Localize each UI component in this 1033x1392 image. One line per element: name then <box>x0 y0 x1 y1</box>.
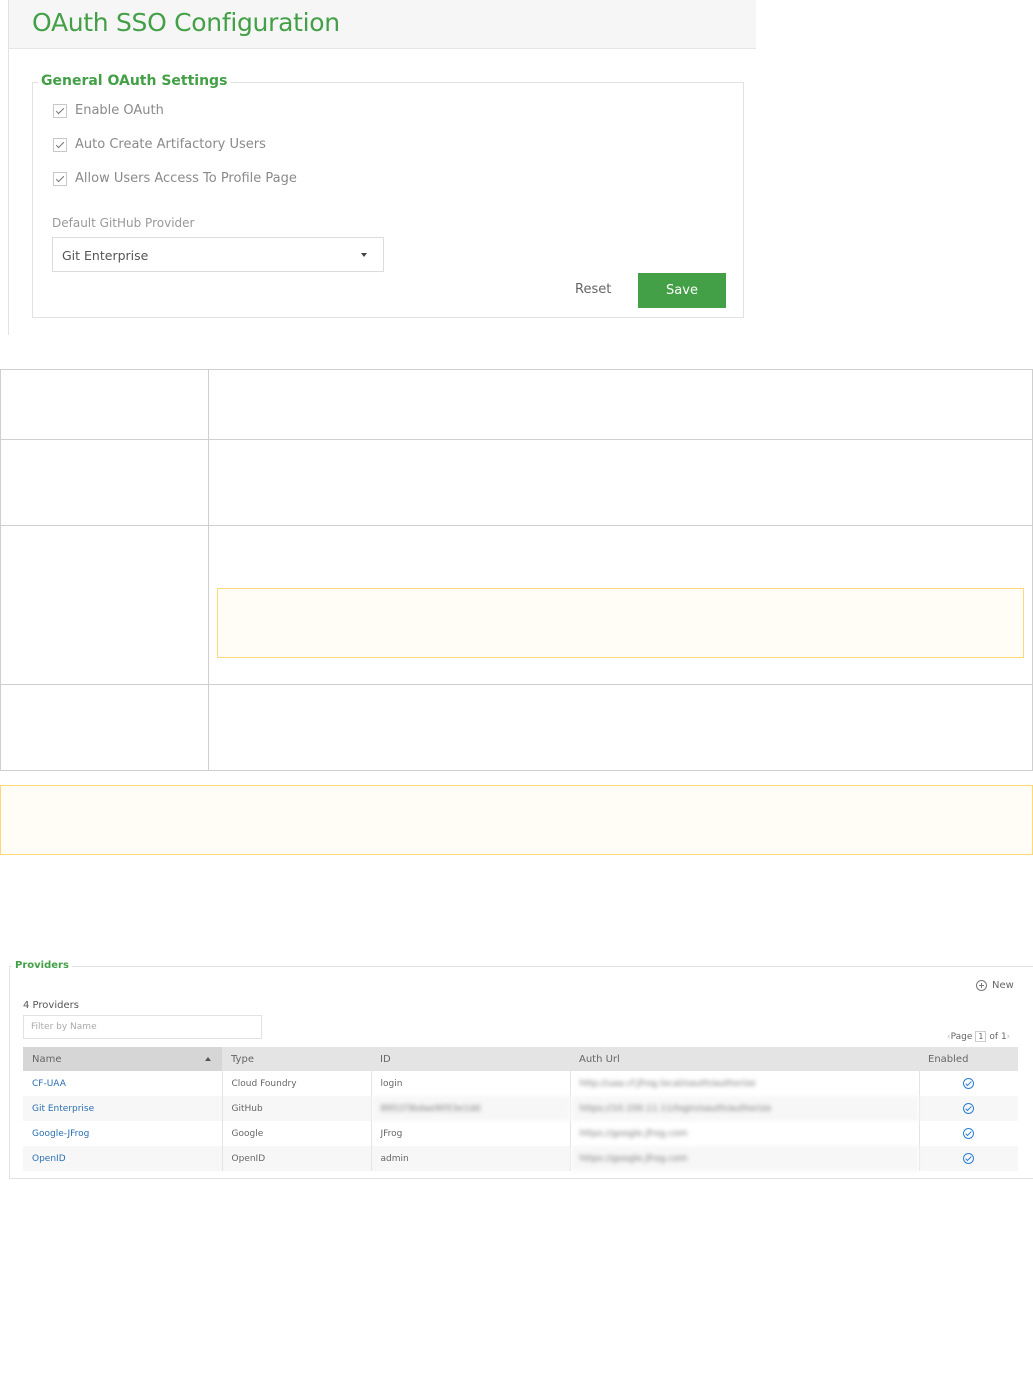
table-cell <box>208 439 1033 526</box>
save-button[interactable]: Save <box>638 273 726 308</box>
provider-type: Cloud Foundry <box>221 1071 371 1096</box>
provider-enabled <box>918 1096 1018 1121</box>
column-header-type[interactable]: Type <box>222 1047 371 1071</box>
table-row[interactable]: OpenID OpenID admin https://google.jfrog… <box>23 1146 1018 1171</box>
provider-auth-url: https://google.jfrog.com <box>569 1146 919 1171</box>
next-page-icon[interactable]: › <box>1007 1032 1011 1042</box>
allow-profile-access-label: Allow Users Access To Profile Page <box>75 171 297 186</box>
page-header: OAuth SSO Configuration <box>9 0 756 49</box>
column-header-enabled[interactable]: Enabled <box>919 1047 1018 1071</box>
default-provider-select[interactable]: Git Enterprise <box>52 237 384 272</box>
auto-create-users-checkbox[interactable] <box>53 137 67 152</box>
check-circle-icon <box>963 1078 975 1089</box>
filter-by-name-input[interactable] <box>23 1015 262 1039</box>
oauth-config-panel: OAuth SSO Configuration General OAuth Se… <box>8 0 756 335</box>
page-title: OAuth SSO Configuration <box>32 8 340 37</box>
default-provider-label: Default GitHub Provider <box>52 216 195 230</box>
provider-name-link[interactable]: Google-JFrog <box>23 1121 222 1146</box>
provider-auth-url: http://uaa.cf.jfrog.local/oauth/authoriz… <box>569 1071 919 1096</box>
reset-button[interactable]: Reset <box>575 282 611 297</box>
column-header-name[interactable]: Name <box>23 1047 222 1071</box>
sort-asc-icon <box>205 1057 211 1061</box>
provider-enabled <box>918 1121 1018 1146</box>
caret-down-icon <box>361 253 367 257</box>
table-cell <box>0 439 209 526</box>
table-row[interactable]: Google-JFrog Google JFrog https://google… <box>23 1121 1018 1146</box>
auto-create-users-label: Auto Create Artifactory Users <box>75 137 266 152</box>
providers-table: Name Type ID Auth Url Enabled CF-UAA Clo… <box>23 1047 1018 1171</box>
general-settings-legend: General OAuth Settings <box>38 73 231 89</box>
allow-profile-access-checkbox[interactable] <box>53 171 67 186</box>
pager-page-label: Page <box>950 1031 973 1042</box>
provider-auth-url: https://google.jfrog.com <box>569 1121 919 1146</box>
pagination: ‹ Page 1 of 1 › <box>947 1031 1010 1042</box>
table-row[interactable]: CF-UAA Cloud Foundry login http://uaa.cf… <box>23 1071 1018 1096</box>
provider-type: Google <box>221 1121 371 1146</box>
auto-create-users-row[interactable]: Auto Create Artifactory Users <box>53 137 266 152</box>
provider-type: OpenID <box>221 1146 371 1171</box>
table-cell <box>0 369 209 440</box>
column-header-label: Name <box>32 1053 62 1065</box>
column-header-auth-url[interactable]: Auth Url <box>570 1047 919 1071</box>
provider-enabled <box>918 1071 1018 1096</box>
enable-oauth-label: Enable OAuth <box>75 103 164 118</box>
table-cell <box>0 525 209 685</box>
enable-oauth-checkbox[interactable] <box>53 103 67 118</box>
pager-total-label: of 1 <box>989 1031 1007 1042</box>
provider-enabled <box>918 1146 1018 1171</box>
table-cell <box>208 684 1033 771</box>
check-circle-icon <box>963 1128 975 1139</box>
enable-oauth-row[interactable]: Enable OAuth <box>53 103 164 118</box>
check-circle-icon <box>963 1103 975 1114</box>
providers-fieldset: Providers New 4 Providers ‹ Page 1 of 1 … <box>9 960 1033 1179</box>
provider-name-link[interactable]: Git Enterprise <box>23 1096 222 1121</box>
check-circle-icon <box>963 1153 975 1164</box>
provider-name-link[interactable]: OpenID <box>23 1146 222 1171</box>
provider-id: login <box>370 1071 570 1096</box>
provider-auth-url: https://10.100.11.11/login/oauth/authori… <box>569 1096 919 1121</box>
settings-description-table <box>0 369 1033 771</box>
table-cell <box>0 684 209 771</box>
table-cell <box>208 525 1033 685</box>
new-provider-label: New <box>992 980 1014 991</box>
providers-legend: Providers <box>12 960 72 971</box>
note-box <box>217 588 1024 658</box>
new-provider-button[interactable]: New <box>976 980 1014 991</box>
table-row[interactable]: Git Enterprise GitHub 8951f3bdae9053e1dd… <box>23 1096 1018 1121</box>
general-settings-fieldset: General OAuth Settings Enable OAuth Auto… <box>32 73 744 318</box>
default-provider-value: Git Enterprise <box>62 248 149 263</box>
column-header-id[interactable]: ID <box>371 1047 570 1071</box>
allow-profile-access-row[interactable]: Allow Users Access To Profile Page <box>53 171 297 186</box>
page-number-input[interactable]: 1 <box>975 1031 987 1042</box>
provider-id: 8951f3bdae9053e1dd <box>370 1096 570 1121</box>
note-box <box>0 785 1033 855</box>
provider-id: JFrog <box>370 1121 570 1146</box>
provider-id: admin <box>370 1146 570 1171</box>
provider-name-link[interactable]: CF-UAA <box>23 1071 222 1096</box>
plus-circle-icon <box>976 980 987 991</box>
providers-count: 4 Providers <box>23 1000 79 1011</box>
table-cell <box>208 369 1033 440</box>
provider-type: GitHub <box>221 1096 371 1121</box>
